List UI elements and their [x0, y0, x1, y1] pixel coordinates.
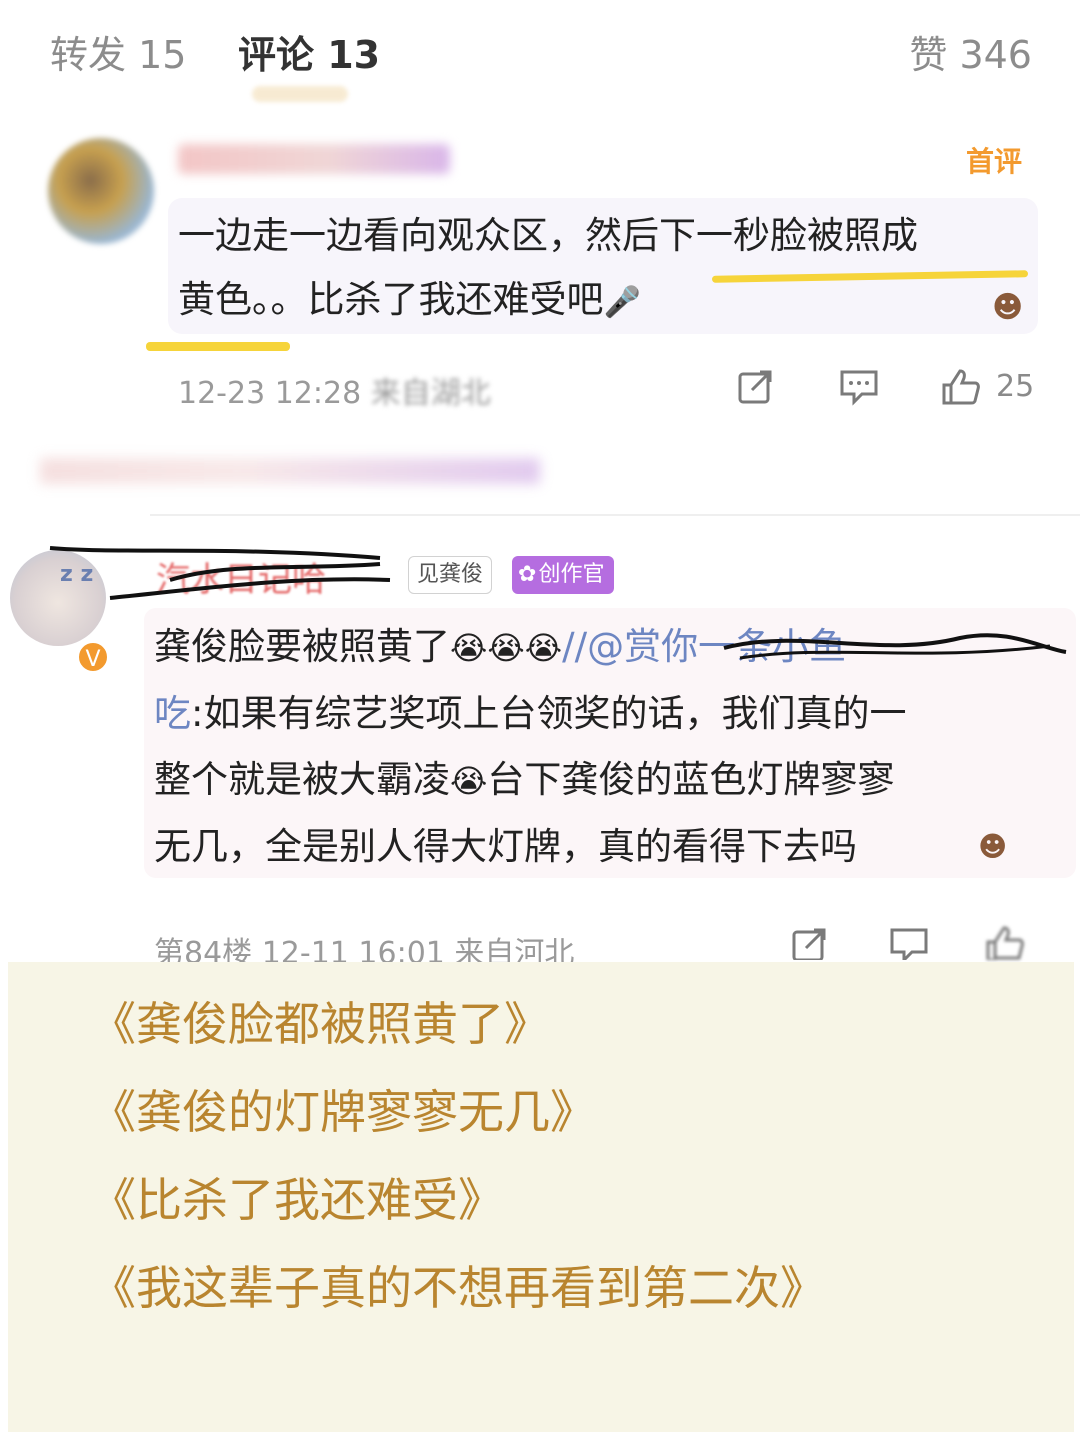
comment-location: 来自湖北: [370, 376, 491, 411]
fan-badge[interactable]: 见龚俊: [408, 556, 493, 594]
comment-text-line: 龚俊脸要被照黄了: [154, 625, 450, 668]
tab-repost[interactable]: 转发 15: [50, 24, 186, 79]
creator-badge-label: 创作官: [538, 562, 605, 587]
thumbs-up-icon: [942, 369, 980, 405]
quote-panel: 《龚俊脸都被照黄了》 《龚俊的灯牌寥寥无几》 《比杀了我还难受》 《我这辈子真的…: [8, 962, 1074, 1432]
sticker-icon: ☻: [992, 290, 1024, 325]
screenshot-collage: 转发 15 评论 13 赞 346 首评 一边走一边看向观众区，然后下一秒脸被照…: [0, 0, 1080, 1438]
thumbs-up-icon[interactable]: [984, 924, 1026, 960]
comment-text-line: :如果有综艺奖项上台领奖的话，我们真的一: [191, 692, 907, 735]
comment-text-line: 台下龚俊的蓝色灯牌寥寥: [487, 758, 895, 801]
comment-icon[interactable]: [888, 924, 930, 960]
highlight-mark: [146, 342, 290, 351]
like-count: 25: [996, 369, 1035, 404]
quote-line: 《我这辈子真的不想再看到第二次》: [90, 1261, 826, 1315]
comment-meta: 12-23 12:28 来自湖北: [178, 368, 491, 412]
username-blurred[interactable]: [178, 144, 450, 174]
like-button[interactable]: 25: [940, 366, 1034, 407]
comment-tab-bar: 转发 15 评论 13 赞 346: [0, 0, 1080, 102]
quote-line: 《龚俊脸都被照黄了》: [90, 997, 550, 1051]
divider: [150, 514, 1080, 516]
comment-text-line: 整个就是被大霸凌: [154, 758, 450, 801]
comment-item: 首评 一边走一边看向观众区，然后下一秒脸被照成 黄色。。比杀了我还难受吧🎤 ☻ …: [0, 110, 1080, 516]
next-comment-blurred: [40, 458, 540, 484]
comment-text-line: 黄色。。比杀了我还难受吧: [178, 278, 604, 321]
tab-likes[interactable]: 赞 346: [909, 24, 1032, 79]
share-icon[interactable]: [736, 366, 776, 414]
comment-text-line: 无几，全是别人得大灯牌，真的看得下去吗: [154, 825, 857, 868]
comment-text-line: 一边走一边看向观众区，然后下一秒脸被照成: [178, 214, 918, 257]
comment-item: z z V 汽水日记哈 见龚俊 ✿创作官 龚俊脸要被照黄了😭😭😭//@赏你一条小…: [0, 530, 1080, 962]
first-comment-badge: 首评: [965, 145, 1022, 178]
comment-time: 12-23 12:28: [178, 376, 362, 411]
crying-face-icon: 😭: [450, 762, 488, 800]
crying-face-icon: 😭😭😭: [450, 629, 563, 667]
scribble-redaction: [723, 633, 1067, 660]
verified-icon: V: [76, 640, 110, 674]
share-icon[interactable]: [790, 924, 830, 960]
scribble-redaction: [49, 546, 391, 600]
microphone-icon: 🎤: [603, 285, 641, 320]
quote-line: 《比杀了我还难受》: [90, 1173, 504, 1227]
mention-link[interactable]: 吃: [154, 692, 191, 735]
comment-text: 一边走一边看向观众区，然后下一秒脸被照成 黄色。。比杀了我还难受吧🎤: [178, 204, 1018, 335]
creator-badge: ✿创作官: [512, 556, 615, 594]
ghost-icon: ✿: [518, 562, 537, 587]
sticker-icon: ☻: [978, 830, 1008, 863]
active-tab-indicator: [252, 86, 348, 102]
avatar[interactable]: [48, 138, 154, 244]
comment-meta: 第84楼 12-11 16:01 来自河北: [154, 936, 575, 962]
quote-line: 《龚俊的灯牌寥寥无几》: [90, 1085, 596, 1139]
tab-comments[interactable]: 评论 13: [238, 24, 380, 79]
comment-icon[interactable]: [838, 366, 880, 414]
